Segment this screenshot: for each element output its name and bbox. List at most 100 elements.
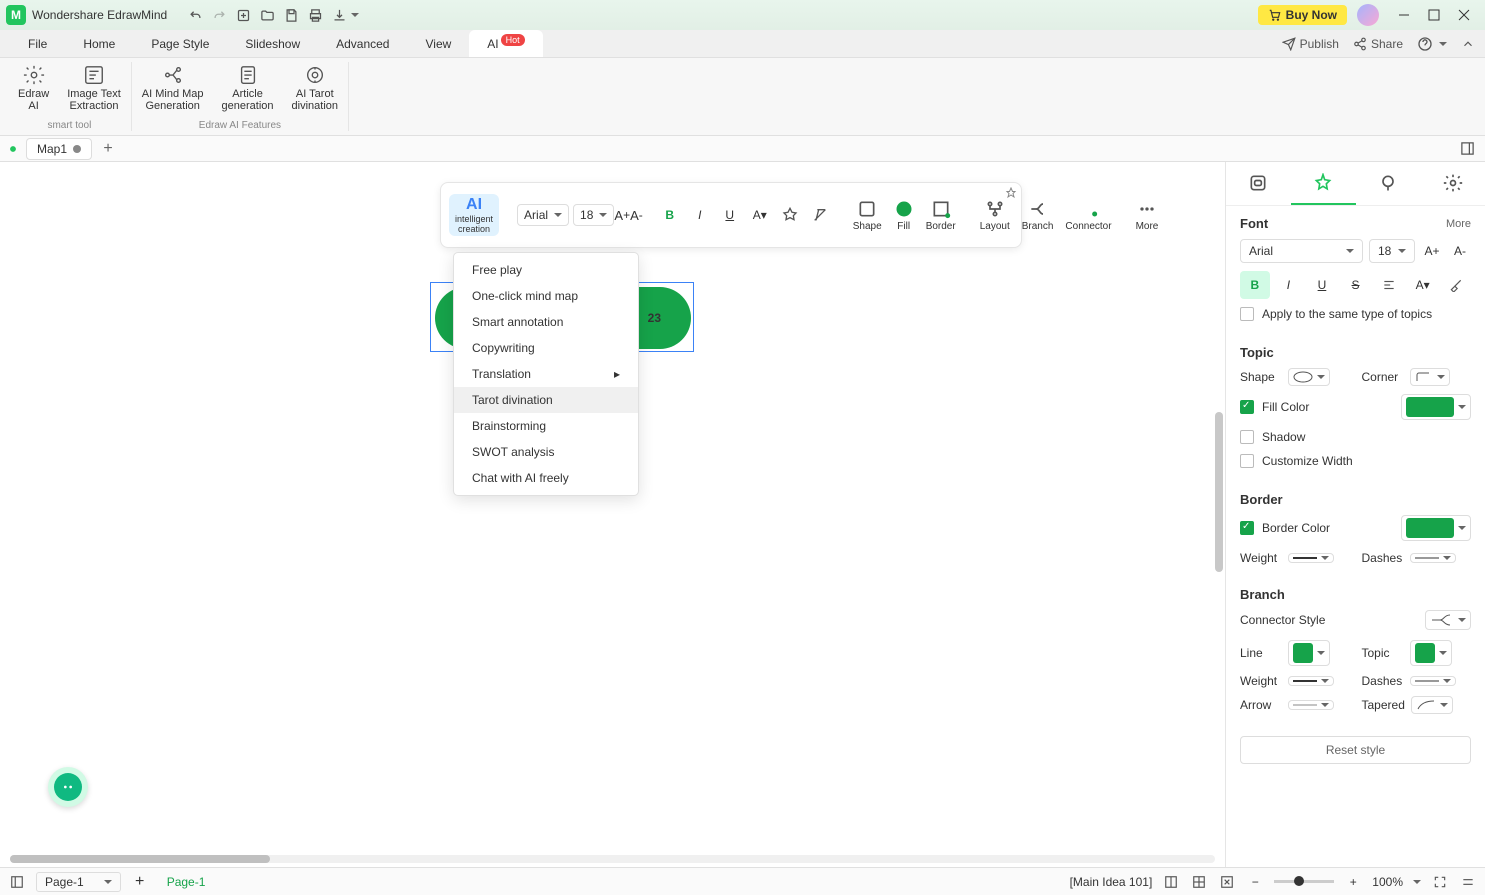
print-icon[interactable] <box>304 4 326 26</box>
sp-fill-color[interactable] <box>1401 394 1471 420</box>
sb-zoom-out[interactable]: − <box>1246 873 1264 891</box>
sp-border-weight[interactable] <box>1288 553 1334 563</box>
ai-creation-button[interactable]: AI intelligent creation <box>449 194 499 236</box>
maximize-button[interactable] <box>1419 4 1449 26</box>
sp-tab-style[interactable] <box>1291 162 1356 205</box>
clear-format-button[interactable] <box>809 204 831 226</box>
font-color-button[interactable]: A▾ <box>749 204 771 226</box>
ai-menu-brainstorm[interactable]: Brainstorming <box>454 413 638 439</box>
sp-shape-select[interactable] <box>1288 368 1330 386</box>
sp-tapered-select[interactable] <box>1411 696 1453 714</box>
zoom-slider[interactable] <box>1274 880 1334 883</box>
sb-fit-icon[interactable] <box>1218 873 1236 891</box>
scrollbar-thumb[interactable] <box>10 855 270 863</box>
sp-branch-weight[interactable] <box>1288 676 1334 686</box>
font-decrease-icon[interactable]: A- <box>630 204 643 226</box>
ribbon-article-gen[interactable]: Article generation <box>218 62 278 114</box>
vertical-scrollbar[interactable] <box>1215 412 1223 572</box>
sb-add-page[interactable]: + <box>131 873 149 891</box>
sp-apply-check[interactable]: Apply to the same type of topics <box>1240 307 1471 321</box>
menu-view[interactable]: View <box>407 30 469 57</box>
ai-menu-swot[interactable]: SWOT analysis <box>454 439 638 465</box>
sb-fullscreen-icon[interactable] <box>1431 873 1449 891</box>
ai-menu-translation[interactable]: Translation▸ <box>454 361 638 387</box>
export-icon[interactable] <box>328 4 350 26</box>
share-button[interactable]: Share <box>1353 37 1403 51</box>
sp-align[interactable] <box>1374 271 1404 299</box>
connector-button[interactable]: Connector <box>1059 199 1117 232</box>
fill-color-checkbox[interactable] <box>1240 400 1254 414</box>
border-button[interactable]: Border <box>920 199 962 232</box>
sp-font-increase[interactable]: A+ <box>1421 240 1443 262</box>
ai-menu-tarot[interactable]: Tarot divination <box>454 387 638 413</box>
ribbon-image-text[interactable]: Image Text Extraction <box>63 62 125 114</box>
sp-tab-mark[interactable] <box>1356 162 1421 205</box>
new-file-icon[interactable] <box>232 4 254 26</box>
sp-bold[interactable]: B <box>1240 271 1270 299</box>
shadow-checkbox[interactable] <box>1240 430 1254 444</box>
export-caret-icon[interactable] <box>351 13 359 17</box>
sp-underline[interactable]: U <box>1307 271 1337 299</box>
shape-button[interactable]: Shape <box>847 199 888 232</box>
sb-page-tab[interactable]: Page-1 <box>159 873 214 891</box>
doc-tab-map1[interactable]: Map1 <box>26 138 92 160</box>
sb-view2-icon[interactable] <box>1190 873 1208 891</box>
save-icon[interactable] <box>280 4 302 26</box>
help-button[interactable] <box>1417 36 1447 52</box>
sp-arrow-select[interactable] <box>1288 700 1334 710</box>
sb-view1-icon[interactable] <box>1162 873 1180 891</box>
font-increase-icon[interactable]: A+ <box>614 204 630 226</box>
font-size-select[interactable]: 18 <box>573 204 614 226</box>
layout-button[interactable]: Layout <box>974 199 1016 232</box>
fill-button[interactable]: Fill <box>888 199 920 232</box>
zoom-knob[interactable] <box>1294 876 1304 886</box>
ai-menu-chat[interactable]: Chat with AI freely <box>454 465 638 491</box>
sp-corner-select[interactable] <box>1410 368 1450 386</box>
publish-button[interactable]: Publish <box>1282 37 1339 51</box>
highlight-button[interactable] <box>779 204 801 226</box>
sp-branch-dashes[interactable] <box>1410 676 1456 686</box>
sb-zoom-value[interactable]: 100% <box>1372 875 1403 889</box>
reset-style-button[interactable]: Reset style <box>1240 736 1471 764</box>
italic-button[interactable]: I <box>689 204 711 226</box>
ribbon-edraw-ai[interactable]: Edraw AI <box>14 62 53 114</box>
sp-strike[interactable]: S <box>1341 271 1371 299</box>
expand-panel-icon[interactable] <box>1456 138 1478 160</box>
menu-file[interactable]: File <box>10 30 65 57</box>
sp-tab-outline[interactable] <box>1226 162 1291 205</box>
ai-menu-copywriting[interactable]: Copywriting <box>454 335 638 361</box>
sb-panel-icon[interactable] <box>8 873 26 891</box>
underline-button[interactable]: U <box>719 204 741 226</box>
redo-icon[interactable] <box>208 4 230 26</box>
open-file-icon[interactable] <box>256 4 278 26</box>
sb-page-select[interactable]: Page-1 <box>36 872 121 892</box>
sp-font-select[interactable]: Arial <box>1240 239 1363 263</box>
ai-menu-oneclick[interactable]: One-click mind map <box>454 283 638 309</box>
sp-topic-color[interactable] <box>1410 640 1452 666</box>
menu-advanced[interactable]: Advanced <box>318 30 407 57</box>
bold-button[interactable]: B <box>659 204 681 226</box>
collapse-ribbon-button[interactable] <box>1461 37 1475 51</box>
width-checkbox[interactable] <box>1240 454 1254 468</box>
sp-highlight[interactable] <box>1441 271 1471 299</box>
checkbox-icon[interactable] <box>1240 307 1254 321</box>
sp-connector-style[interactable] <box>1425 610 1471 630</box>
sp-font-color[interactable]: A▾ <box>1408 271 1438 299</box>
buy-now-button[interactable]: Buy Now <box>1258 5 1347 25</box>
more-button[interactable]: More <box>1130 199 1165 232</box>
canvas[interactable]: 23 AI intelligent creation Arial 18 A+ A… <box>0 162 1225 867</box>
horizontal-scrollbar[interactable] <box>10 855 1215 863</box>
sb-zoom-in[interactable]: + <box>1344 873 1362 891</box>
undo-icon[interactable] <box>184 4 206 26</box>
sp-italic[interactable]: I <box>1274 271 1304 299</box>
pin-icon[interactable] <box>1005 187 1017 202</box>
sp-size-select[interactable]: 18 <box>1369 239 1415 263</box>
add-tab-button[interactable]: + <box>98 139 118 159</box>
menu-page-style[interactable]: Page Style <box>133 30 227 57</box>
branch-button[interactable]: Branch <box>1016 199 1060 232</box>
menu-slideshow[interactable]: Slideshow <box>227 30 318 57</box>
ribbon-tarot[interactable]: AI Tarot divination <box>288 62 342 114</box>
sb-collapse-icon[interactable] <box>1459 873 1477 891</box>
sp-font-decrease[interactable]: A- <box>1449 240 1471 262</box>
sp-tab-settings[interactable] <box>1420 162 1485 205</box>
